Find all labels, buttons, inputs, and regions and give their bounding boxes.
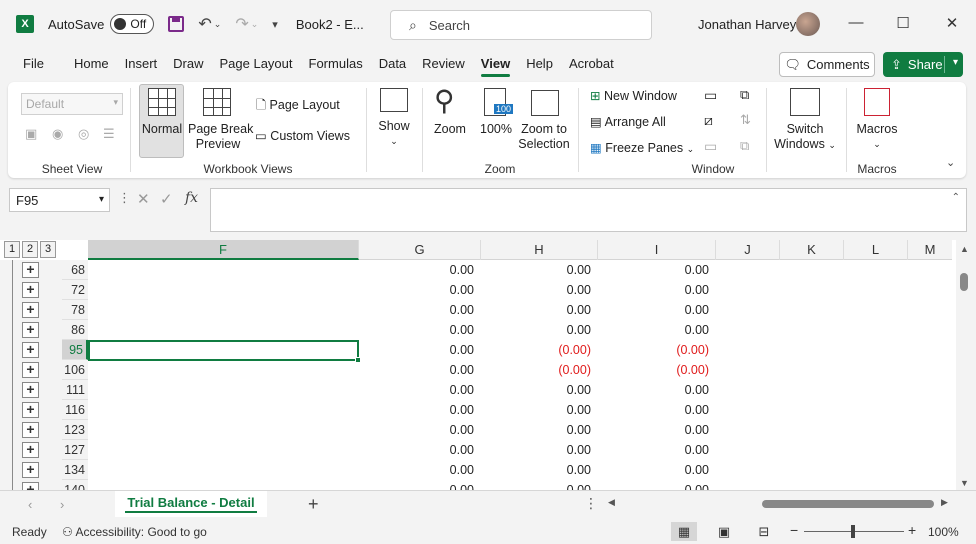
prev-sheet-icon[interactable]: ‹ <box>28 497 32 512</box>
cell-g[interactable]: 0.00 <box>359 460 481 480</box>
fill-handle[interactable] <box>355 357 361 363</box>
row-header[interactable]: 72 <box>62 280 88 300</box>
cell-h[interactable]: 0.00 <box>481 380 598 400</box>
scroll-left-icon[interactable]: ◀ <box>608 497 615 508</box>
expand-group-button[interactable]: + <box>22 302 39 318</box>
cell-h[interactable]: 0.00 <box>481 280 598 300</box>
cell-h[interactable]: 0.00 <box>481 420 598 440</box>
sheet-tab-trial-balance-detail[interactable]: Trial Balance - Detail <box>115 491 267 517</box>
page-layout-view-icon[interactable]: ▣ <box>711 522 737 541</box>
cell-g[interactable]: 0.00 <box>359 400 481 420</box>
cell-i[interactable]: 0.00 <box>598 320 716 340</box>
cell-h[interactable]: (0.00) <box>481 340 598 360</box>
row-header[interactable]: 123 <box>62 420 88 440</box>
sheet-tab-label: Trial Balance - Detail <box>127 495 255 510</box>
row-header[interactable]: 111 <box>62 380 88 400</box>
cell-h[interactable]: 0.00 <box>481 480 598 490</box>
page-break-view-icon[interactable]: ⊟ <box>751 522 777 541</box>
cell-g[interactable]: 0.00 <box>359 480 481 490</box>
accessibility-icon: ⚇ <box>62 525 73 539</box>
cell-i[interactable]: 0.00 <box>598 420 716 440</box>
cell-g[interactable]: 0.00 <box>359 420 481 440</box>
expand-group-button[interactable]: + <box>22 482 39 490</box>
row-header[interactable]: 78 <box>62 300 88 320</box>
expand-group-button[interactable]: + <box>22 382 39 398</box>
zoom-percentage[interactable]: 100% <box>928 525 959 539</box>
status-bar: Ready ⚇ Accessibility: Good to go ▦ ▣ ⊟ … <box>0 519 976 544</box>
expand-group-button[interactable]: + <box>22 262 39 278</box>
cell-i[interactable]: 0.00 <box>598 480 716 490</box>
cell-i[interactable]: 0.00 <box>598 260 716 280</box>
row-header[interactable]: 116 <box>62 400 88 420</box>
cell-i[interactable]: (0.00) <box>598 360 716 380</box>
cell-h[interactable]: 0.00 <box>481 300 598 320</box>
tab-options-icon[interactable]: ⋮ <box>584 495 598 512</box>
cell-g[interactable]: 0.00 <box>359 280 481 300</box>
cell-h[interactable]: (0.00) <box>481 360 598 380</box>
cell-g[interactable]: 0.00 <box>359 320 481 340</box>
expand-group-button[interactable]: + <box>22 462 39 478</box>
cell-h[interactable]: 0.00 <box>481 400 598 420</box>
cell-i[interactable]: 0.00 <box>598 300 716 320</box>
row-header[interactable]: 86 <box>62 320 88 340</box>
cell-h[interactable]: 0.00 <box>481 460 598 480</box>
expand-group-button[interactable]: + <box>22 362 39 378</box>
row-header[interactable]: 95 <box>62 340 88 360</box>
cell-i[interactable]: 0.00 <box>598 440 716 460</box>
vertical-scroll-thumb[interactable] <box>960 273 968 291</box>
expand-group-button[interactable]: + <box>22 442 39 458</box>
status-ready: Ready <box>12 525 47 539</box>
cell-i[interactable]: 0.00 <box>598 380 716 400</box>
cell-g[interactable]: 0.00 <box>359 360 481 380</box>
accessibility-label: Accessibility: Good to go <box>75 525 207 539</box>
cell-h[interactable]: 0.00 <box>481 320 598 340</box>
expand-group-button[interactable]: + <box>22 402 39 418</box>
normal-view-icon[interactable]: ▦ <box>671 522 697 541</box>
cell-g[interactable]: 0.00 <box>359 380 481 400</box>
add-sheet-button[interactable]: + <box>308 494 319 515</box>
expand-group-button[interactable]: + <box>22 282 39 298</box>
row-header[interactable]: 106 <box>62 360 88 380</box>
zoom-out-icon[interactable]: − <box>790 522 798 538</box>
accessibility-status[interactable]: ⚇ Accessibility: Good to go <box>62 525 207 539</box>
selected-cell[interactable] <box>88 340 361 363</box>
cell-g[interactable]: 0.00 <box>359 340 481 360</box>
cell-i[interactable]: 0.00 <box>598 280 716 300</box>
cell-i[interactable]: (0.00) <box>598 340 716 360</box>
cell-h[interactable]: 0.00 <box>481 260 598 280</box>
horizontal-scroll-thumb[interactable] <box>762 500 934 508</box>
cell-g[interactable]: 0.00 <box>359 300 481 320</box>
zoom-slider-thumb[interactable] <box>851 525 855 538</box>
expand-group-button[interactable]: + <box>22 422 39 438</box>
cell-i[interactable]: 0.00 <box>598 400 716 420</box>
scroll-right-icon[interactable]: ▶ <box>941 497 948 508</box>
next-sheet-icon[interactable]: › <box>60 497 64 512</box>
row-header[interactable]: 140 <box>62 480 88 490</box>
expand-group-button[interactable]: + <box>22 322 39 338</box>
rows-container: +68 0.00 0.00 0.00 +72 0.00 0.00 0.00 +78 0.00 0.0… <box>0 0 976 490</box>
cell-i[interactable]: 0.00 <box>598 460 716 480</box>
scroll-down-icon[interactable]: ▼ <box>960 478 969 488</box>
row-header[interactable]: 134 <box>62 460 88 480</box>
row-header[interactable]: 68 <box>62 260 88 280</box>
cell-h[interactable]: 0.00 <box>481 440 598 460</box>
zoom-in-icon[interactable]: + <box>908 522 916 538</box>
cell-g[interactable]: 0.00 <box>359 260 481 280</box>
row-header[interactable]: 127 <box>62 440 88 460</box>
cell-g[interactable]: 0.00 <box>359 440 481 460</box>
expand-group-button[interactable]: + <box>22 342 39 358</box>
scroll-up-icon[interactable]: ▲ <box>960 244 969 254</box>
